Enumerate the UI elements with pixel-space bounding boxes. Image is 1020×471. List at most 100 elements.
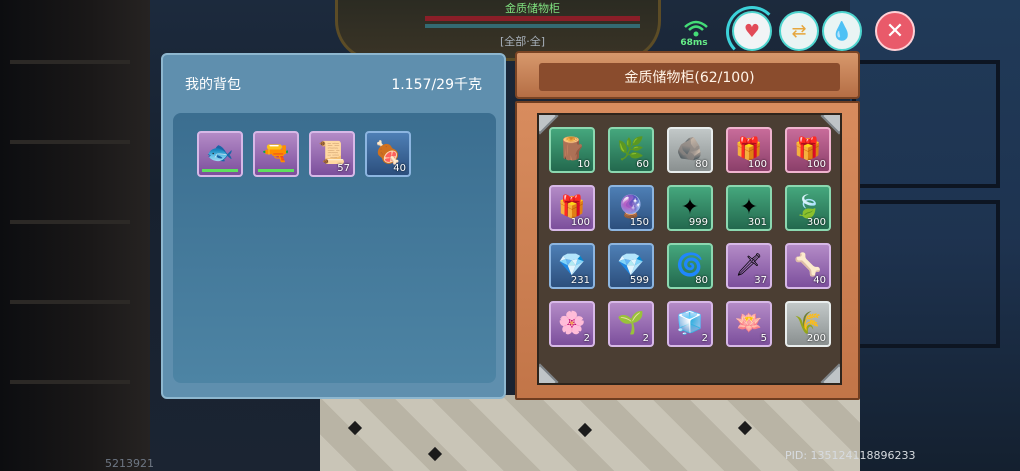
target-sub-label: [全部·全] xyxy=(500,35,546,48)
close-button[interactable]: ✕ xyxy=(875,11,915,51)
scene-right-window xyxy=(850,0,1020,471)
leaf-icon: 🍃 xyxy=(794,195,822,220)
target-secondary-bar xyxy=(425,24,640,28)
ice-block-icon: 🧊 xyxy=(676,311,704,336)
storage-frame: 🪵 10 🌿 60 🪨 80 🎁 100 🎁 100 🎁 100 🔮 150 ✦ 999 ✦ 301 🍃 300 💎 23… xyxy=(515,101,860,400)
inventory-slot[interactable]: 🦴 40 xyxy=(785,243,831,289)
inventory-slot[interactable]: 🌱 2 xyxy=(608,301,654,347)
red-gift-icon: 🎁 xyxy=(735,137,763,162)
item-count: 100 xyxy=(570,217,590,228)
vine-icon: 🌿 xyxy=(617,137,645,162)
durability-bar xyxy=(258,169,294,172)
rifle-icon: 🔫 xyxy=(262,141,290,166)
target-title: 金质储物柜 xyxy=(505,2,560,15)
storage-panel: 金质储物柜(62/100) 🪵 10 🌿 60 🪨 80 🎁 100 🎁 100 🎁 100 🔮 150 ✦… xyxy=(515,51,860,400)
item-count: 999 xyxy=(688,217,708,228)
green-star-icon: ✦ xyxy=(680,195,700,220)
inventory-slot[interactable]: 🐟 xyxy=(197,131,243,177)
inventory-slot[interactable]: ✦ 301 xyxy=(726,185,772,231)
durability-bar xyxy=(202,169,238,172)
item-count: 80 xyxy=(695,159,708,170)
inventory-slot[interactable]: 🎁 100 xyxy=(726,127,772,173)
item-count: 150 xyxy=(629,217,649,228)
sprout-icon: 🌾 xyxy=(794,311,822,336)
item-count: 300 xyxy=(806,217,826,228)
heart-button[interactable]: ♥ xyxy=(732,11,772,51)
backpack-header: 我的背包 1.157/29千克 xyxy=(163,55,504,113)
red-gift-icon: 🎁 xyxy=(558,195,586,220)
item-count: 200 xyxy=(806,333,826,344)
inventory-slot[interactable]: 🌸 2 xyxy=(549,301,595,347)
corner-ornament xyxy=(820,363,840,383)
item-count: 231 xyxy=(570,275,590,286)
swap-icon: ⇄ xyxy=(791,20,807,42)
ore-icon: 🪨 xyxy=(676,137,704,162)
red-gift-icon: 🎁 xyxy=(794,137,822,162)
inventory-slot[interactable]: 💎 599 xyxy=(608,243,654,289)
item-count: 5 xyxy=(760,333,767,344)
purple-crystal-icon: 💎 xyxy=(617,253,645,278)
item-count: 2 xyxy=(701,333,708,344)
backpack-grid: 🐟 🔫 📜 57 🍖 40 xyxy=(173,113,496,383)
item-count: 2 xyxy=(583,333,590,344)
inventory-slot[interactable]: 🔫 xyxy=(253,131,299,177)
item-count: 599 xyxy=(629,275,649,286)
inventory-slot[interactable]: 🌀 80 xyxy=(667,243,713,289)
stump-icon: 🪵 xyxy=(558,137,586,162)
pink-orb-icon: 🔮 xyxy=(617,195,645,220)
blue-orb-icon: 🌀 xyxy=(676,253,704,278)
close-icon: ✕ xyxy=(885,18,905,44)
item-count: 2 xyxy=(642,333,649,344)
item-count: 40 xyxy=(813,275,826,286)
cooked-meat-icon: 🍖 xyxy=(374,141,402,166)
inventory-slot[interactable]: 🪵 10 xyxy=(549,127,595,173)
inventory-slot[interactable]: 🧊 2 xyxy=(667,301,713,347)
swap-button[interactable]: ⇄ xyxy=(779,11,819,51)
player-id: PID: 135124118896233 xyxy=(785,449,916,462)
item-count: 40 xyxy=(393,163,406,174)
purple-fish-icon: 🐟 xyxy=(206,141,234,166)
signal-icon xyxy=(684,20,708,37)
scene-left-wall xyxy=(0,0,150,471)
storage-title: 金质储物柜(62/100) xyxy=(539,63,840,91)
water-button[interactable]: 💧 xyxy=(822,11,862,51)
inventory-slot[interactable]: 🍃 300 xyxy=(785,185,831,231)
item-count: 100 xyxy=(747,159,767,170)
item-count: 57 xyxy=(337,163,350,174)
bulb-plant-icon: 🌱 xyxy=(617,311,645,336)
inventory-slot[interactable]: 🍖 40 xyxy=(365,131,411,177)
inventory-slot[interactable]: 🎁 100 xyxy=(785,127,831,173)
target-health-bar xyxy=(425,16,640,21)
inventory-slot[interactable]: 🪨 80 xyxy=(667,127,713,173)
scene-floor xyxy=(320,395,860,471)
item-count: 60 xyxy=(636,159,649,170)
inventory-slot[interactable]: 🪷 5 xyxy=(726,301,772,347)
backpack-panel: 我的背包 1.157/29千克 🐟 🔫 📜 57 🍖 40 xyxy=(161,53,506,399)
item-count: 80 xyxy=(695,275,708,286)
corner-ornament xyxy=(539,363,559,383)
item-count: 10 xyxy=(577,159,590,170)
inventory-slot[interactable]: 🔮 150 xyxy=(608,185,654,231)
inventory-slot[interactable]: 🗡 37 xyxy=(726,243,772,289)
purple-crystal-icon: 💎 xyxy=(558,253,586,278)
storage-header: 金质储物柜(62/100) xyxy=(515,51,860,99)
item-count: 100 xyxy=(806,159,826,170)
footer-code: 5213921 xyxy=(105,457,154,470)
item-count: 301 xyxy=(747,217,767,228)
storage-grid-area[interactable]: 🪵 10 🌿 60 🪨 80 🎁 100 🎁 100 🎁 100 🔮 150 ✦ 999 ✦ 301 🍃 300 💎 23… xyxy=(537,113,842,385)
blade-icon: 🗡 xyxy=(735,253,763,278)
green-star-icon: ✦ xyxy=(739,195,759,220)
inventory-slot[interactable]: 💎 231 xyxy=(549,243,595,289)
inventory-slot[interactable]: ✦ 999 xyxy=(667,185,713,231)
heart-icon: ♥ xyxy=(743,20,761,42)
lotus-icon: 🪷 xyxy=(735,311,763,336)
ping-label: 68ms xyxy=(680,38,708,48)
inventory-slot[interactable]: 🎁 100 xyxy=(549,185,595,231)
inventory-slot[interactable]: 🌾 200 xyxy=(785,301,831,347)
inventory-slot[interactable]: 🌿 60 xyxy=(608,127,654,173)
gold-horn-icon: 🦴 xyxy=(794,253,822,278)
backpack-weight: 1.157/29千克 xyxy=(391,77,482,93)
trophy-scroll-icon: 📜 xyxy=(318,141,346,166)
blue-flower-icon: 🌸 xyxy=(558,311,586,336)
inventory-slot[interactable]: 📜 57 xyxy=(309,131,355,177)
